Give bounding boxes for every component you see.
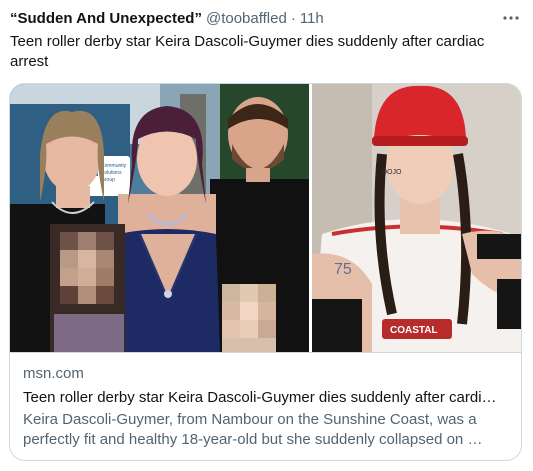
- jersey-text: COASTAL: [390, 325, 438, 336]
- card-domain: msn.com: [23, 365, 84, 382]
- blurred-child-right: [222, 284, 276, 352]
- card-photo-family: Community Solutions Group: [10, 84, 309, 352]
- sign-text-2: Solutions: [101, 170, 122, 176]
- tweet-header: “Sudden And Unexpected” @toobaffled · 11…: [10, 8, 523, 28]
- sign-text-1: Community: [101, 163, 127, 169]
- timestamp[interactable]: 11h: [300, 10, 324, 27]
- derby-photo-svg: COASTAL DOJO 75: [312, 84, 521, 352]
- card-photo-derby-player: COASTAL DOJO 75: [312, 84, 521, 352]
- helmet-text: DOJO: [382, 169, 402, 176]
- family-photo-svg: Community Solutions Group: [10, 84, 309, 352]
- link-preview-card[interactable]: Community Solutions Group COASTAL DOJO 7…: [9, 83, 522, 461]
- card-description: Keira Dascoli-Guymer, from Nambour on th…: [23, 411, 483, 448]
- user-handle[interactable]: @toobaffled: [206, 10, 287, 27]
- tweet-text: Teen roller derby star Keira Dascoli-Guy…: [10, 33, 485, 70]
- display-name[interactable]: “Sudden And Unexpected”: [10, 10, 202, 27]
- blurred-child-left: [50, 224, 125, 352]
- card-body[interactable]: msn.com Teen roller derby star Keira Das…: [10, 352, 521, 460]
- arm-number-text: 75: [334, 261, 352, 278]
- card-media[interactable]: Community Solutions Group COASTAL DOJO 7…: [10, 84, 521, 352]
- more-dots-svg: [503, 16, 519, 20]
- card-title[interactable]: Teen roller derby star Keira Dascoli-Guy…: [23, 388, 510, 408]
- separator-dot: ·: [290, 9, 296, 27]
- more-horizontal-icon[interactable]: [501, 8, 521, 28]
